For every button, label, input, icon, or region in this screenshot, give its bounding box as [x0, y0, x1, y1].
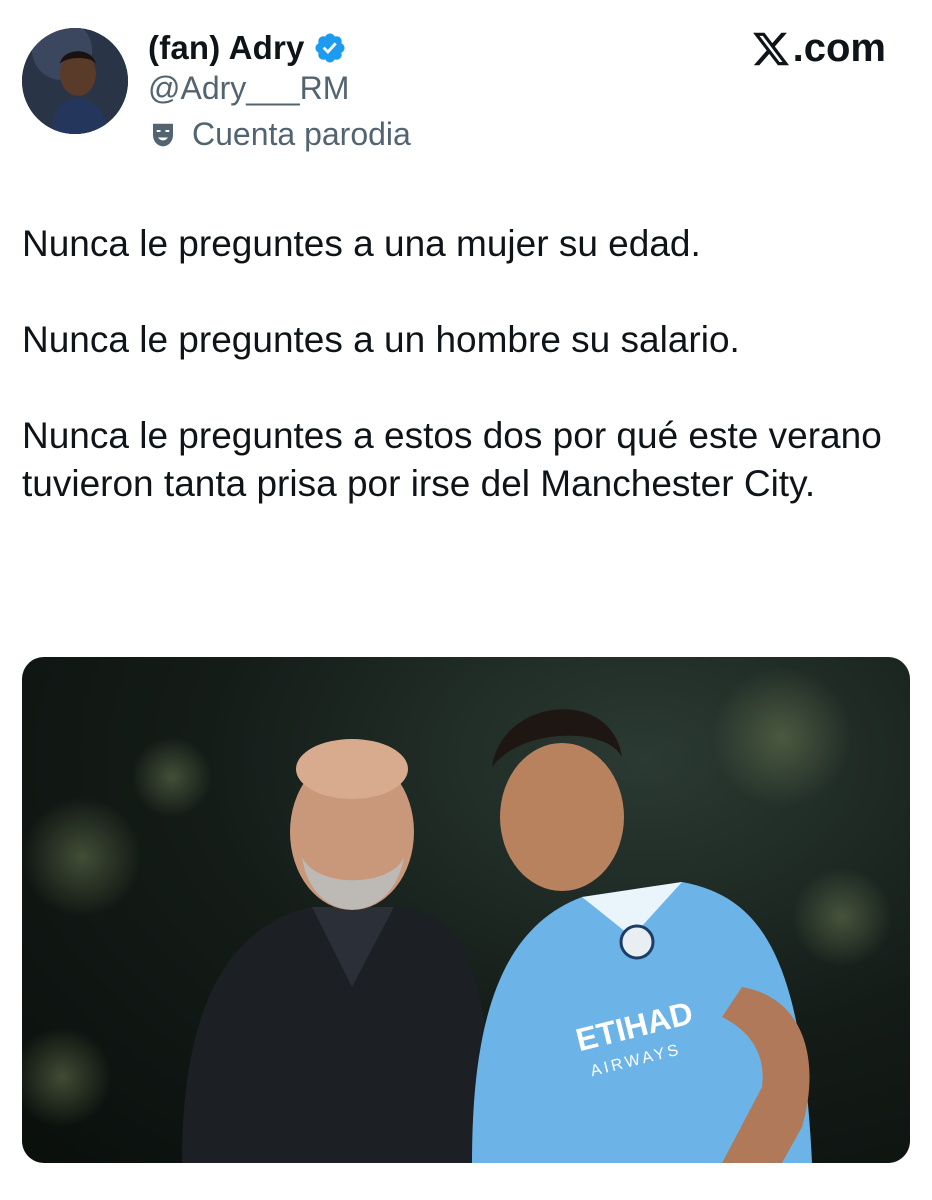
author-display-name[interactable]: (fan) Adry [148, 29, 305, 67]
tweet-paragraph: Nunca le preguntes a estos dos por qué e… [22, 415, 882, 504]
tweet-media-photo[interactable]: ETIHAD AIRWAYS [22, 657, 910, 1163]
author-handle[interactable]: @Adry___RM [148, 70, 349, 107]
tweet-paragraph: Nunca le preguntes a un hombre su salari… [22, 319, 740, 360]
site-brand: .com [751, 26, 886, 71]
author-name-row: (fan) Adry [148, 26, 347, 70]
brand-domain: .com [792, 26, 886, 70]
verified-badge-icon [313, 31, 347, 65]
tweet-paragraph: Nunca le preguntes a una mujer su edad. [22, 223, 701, 264]
parody-label-row: Cuenta parodia [148, 116, 411, 153]
parody-mask-icon [148, 120, 178, 150]
parody-label: Cuenta parodia [192, 116, 411, 152]
x-logo-icon [751, 29, 791, 69]
avatar[interactable] [22, 28, 128, 134]
tweet-text: Nunca le preguntes a una mujer su edad. … [22, 220, 902, 508]
